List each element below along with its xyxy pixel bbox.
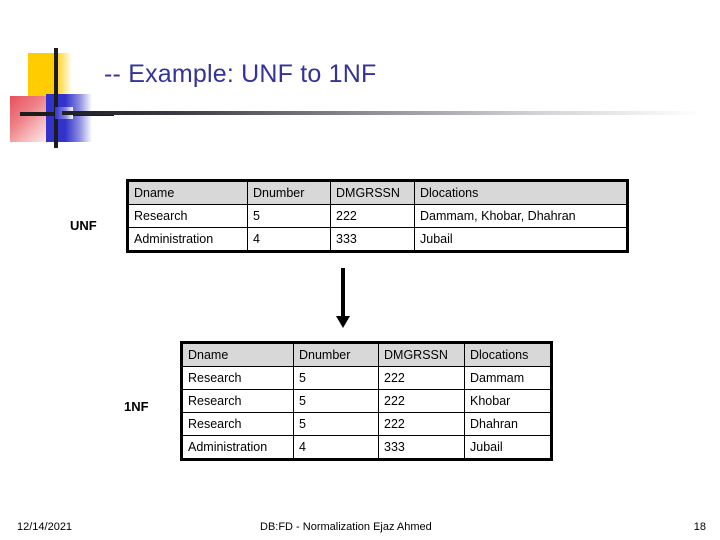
- cell-dlocations: Dammam: [464, 366, 551, 390]
- cell-dname: Administration: [128, 227, 248, 251]
- cell-dnumber: 5: [247, 204, 331, 228]
- cell-dlocations: Dhahran: [464, 412, 551, 436]
- yellow-square-decoration: [28, 53, 72, 98]
- table-row: Research 5 222 Dhahran: [182, 412, 551, 436]
- decorative-logo-cluster: [8, 48, 116, 148]
- table-header-row: Dname Dnumber DMGRSSN Dlocations: [128, 181, 627, 205]
- column-header-dnumber: Dnumber: [247, 181, 331, 205]
- cell-dlocations: Jubail: [414, 227, 627, 251]
- cell-dnumber: 5: [293, 366, 379, 390]
- cell-dname: Research: [182, 412, 294, 436]
- cell-dname: Administration: [182, 435, 294, 459]
- table-row: Administration 4 333 Jubail: [128, 227, 627, 251]
- footer-date: 12/14/2021: [17, 521, 73, 533]
- cell-dnumber: 4: [247, 227, 331, 251]
- cell-dlocations: Jubail: [464, 435, 551, 459]
- arrow-shaft: [341, 268, 345, 318]
- footer-page-number: 18: [693, 521, 706, 533]
- cell-dlocations: Khobar: [464, 389, 551, 413]
- cell-dname: Research: [182, 389, 294, 413]
- cell-dlocations: Dammam, Khobar, Dhahran: [414, 204, 627, 228]
- unf-section-label: UNF: [70, 218, 97, 233]
- arrow-head: [336, 316, 350, 328]
- unf-table: Dname Dnumber DMGRSSN Dlocations Researc…: [126, 179, 629, 253]
- cell-dmgrssn: 222: [330, 204, 415, 228]
- vertical-bar-decoration: [54, 48, 58, 148]
- cell-dnumber: 5: [293, 412, 379, 436]
- table-row: Research 5 222 Dammam, Khobar, Dhahran: [128, 204, 627, 228]
- column-header-dname: Dname: [182, 343, 294, 367]
- column-header-dmgrssn: DMGRSSN: [330, 181, 415, 205]
- column-header-dname: Dname: [128, 181, 248, 205]
- cell-dmgrssn: 222: [378, 412, 465, 436]
- column-header-dlocations: Dlocations: [464, 343, 551, 367]
- table-header-row: Dname Dnumber DMGRSSN Dlocations: [182, 343, 551, 367]
- slide-title: -- Example: UNF to 1NF: [104, 60, 377, 88]
- cell-dname: Research: [128, 204, 248, 228]
- title-underline-rule: [62, 111, 702, 115]
- cell-dmgrssn: 333: [330, 227, 415, 251]
- column-header-dmgrssn: DMGRSSN: [378, 343, 465, 367]
- table-row: Research 5 222 Dammam: [182, 366, 551, 390]
- column-header-dnumber: Dnumber: [293, 343, 379, 367]
- onenf-table: Dname Dnumber DMGRSSN Dlocations Researc…: [180, 341, 553, 461]
- cell-dmgrssn: 333: [378, 435, 465, 459]
- cell-dmgrssn: 222: [378, 389, 465, 413]
- column-header-dlocations: Dlocations: [414, 181, 627, 205]
- footer-center-text: DB:FD - Normalization Ejaz Ahmed: [260, 521, 432, 533]
- cell-dmgrssn: 222: [378, 366, 465, 390]
- table-row: Research 5 222 Khobar: [182, 389, 551, 413]
- down-arrow-icon: [330, 268, 356, 330]
- onenf-section-label: 1NF: [124, 399, 149, 414]
- cell-dnumber: 5: [293, 389, 379, 413]
- cell-dname: Research: [182, 366, 294, 390]
- cell-dnumber: 4: [293, 435, 379, 459]
- table-row: Administration 4 333 Jubail: [182, 435, 551, 459]
- slide-canvas: -- Example: UNF to 1NF UNF Dname Dnumber…: [0, 0, 720, 540]
